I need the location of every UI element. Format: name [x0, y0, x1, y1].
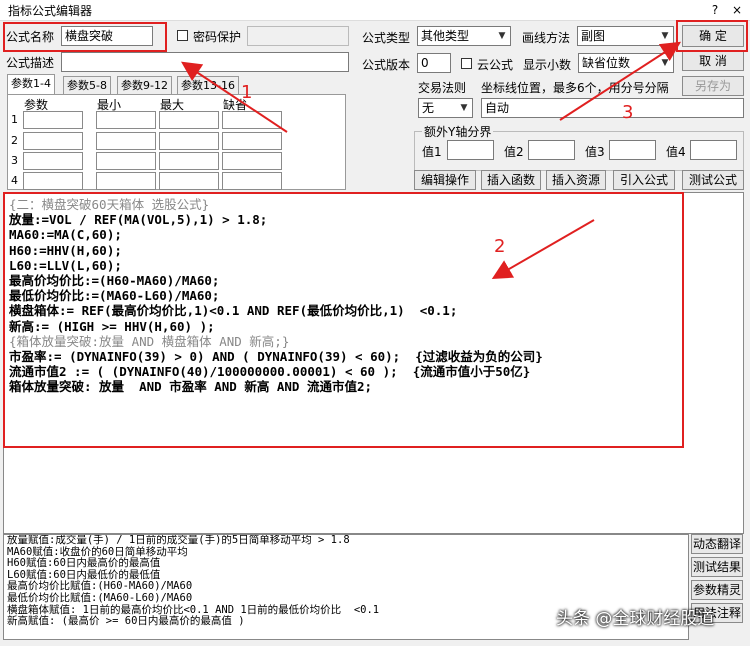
arrow-1 — [181, 61, 288, 133]
arrow-2 — [491, 219, 595, 279]
annotation-label-3: 3 — [622, 102, 634, 123]
annotation-label-1: 1 — [241, 82, 253, 103]
arrow-3 — [559, 41, 682, 121]
watermark: 头条 @全球财经股道 — [556, 609, 715, 629]
annotation-arrows — [181, 41, 682, 279]
annotation-label-2: 2 — [494, 236, 506, 257]
